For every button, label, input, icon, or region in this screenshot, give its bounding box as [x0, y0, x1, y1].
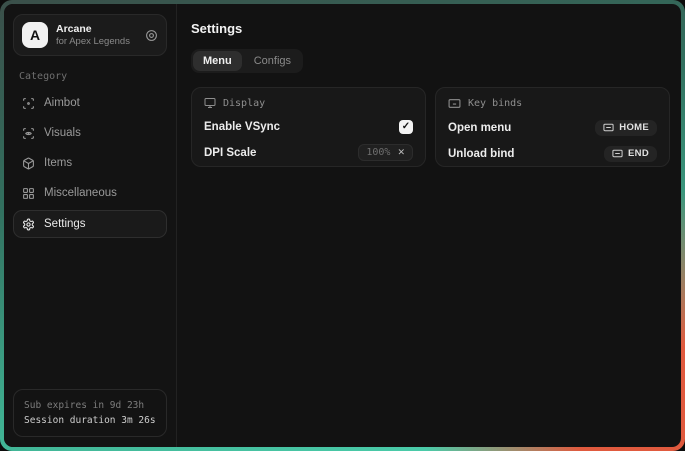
- sidebar-item-label: Aimbot: [44, 97, 80, 109]
- target-icon[interactable]: [145, 29, 158, 42]
- open-menu-key: HOME: [619, 122, 649, 133]
- window-gradient-border: A Arcane for Apex Legends Category: [0, 0, 685, 451]
- sidebar-spacer: [13, 238, 167, 389]
- dpi-row: DPI Scale 100% ✕: [204, 144, 413, 161]
- dpi-value: 100%: [366, 147, 390, 158]
- sidebar: A Arcane for Apex Legends Category: [4, 4, 177, 447]
- display-card-header: Display: [204, 97, 413, 109]
- unload-bind-label: Unload bind: [448, 148, 514, 160]
- sidebar-nav: Aimbot Visuals: [13, 90, 167, 238]
- open-menu-label: Open menu: [448, 122, 511, 134]
- app-name: Arcane: [56, 23, 137, 36]
- app-window: A Arcane for Apex Legends Category: [4, 4, 681, 447]
- profile-text: Arcane for Apex Legends: [56, 23, 137, 48]
- monitor-icon: [204, 97, 216, 109]
- keyboard-icon: [603, 122, 614, 133]
- page-title: Settings: [191, 21, 670, 36]
- vsync-checkbox[interactable]: ✓: [399, 120, 413, 134]
- open-menu-row: Open menu HOME: [448, 119, 657, 136]
- unload-bind-key: END: [628, 148, 649, 159]
- settings-cards: Display Enable VSync ✓ DPI Scale 100% ✕: [191, 87, 670, 167]
- package-icon: [22, 157, 35, 170]
- keyboard-icon: [612, 148, 623, 159]
- app-subtitle: for Apex Legends: [56, 36, 137, 48]
- sidebar-item-visuals[interactable]: Visuals: [13, 120, 167, 146]
- unload-keybind-button[interactable]: END: [604, 146, 657, 162]
- open-menu-keybind-button[interactable]: HOME: [595, 120, 657, 136]
- sidebar-item-miscellaneous[interactable]: Miscellaneous: [13, 180, 167, 206]
- subscription-status-card: Sub expires in 9d 23h Session duration 3…: [13, 389, 167, 437]
- vsync-row: Enable VSync ✓: [204, 118, 413, 135]
- close-icon[interactable]: ✕: [397, 147, 405, 158]
- unload-bind-row: Unload bind END: [448, 145, 657, 162]
- keybinds-card-header: Key binds: [448, 97, 657, 110]
- profile-card: A Arcane for Apex Legends: [13, 14, 167, 56]
- crosshair-icon: [22, 97, 35, 110]
- sidebar-item-label: Miscellaneous: [44, 187, 117, 199]
- settings-tabs: Menu Configs: [191, 49, 303, 73]
- main-content: Settings Menu Configs Display: [177, 4, 681, 447]
- display-card-title: Display: [223, 98, 265, 109]
- sidebar-item-settings[interactable]: Settings: [13, 210, 167, 238]
- eye-scan-icon: [22, 127, 35, 140]
- dpi-label: DPI Scale: [204, 147, 256, 159]
- sidebar-item-label: Visuals: [44, 127, 81, 139]
- session-duration-text: Session duration 3m 26s: [24, 413, 156, 428]
- app-logo: A: [22, 22, 48, 48]
- sidebar-item-items[interactable]: Items: [13, 150, 167, 176]
- tab-configs[interactable]: Configs: [244, 51, 301, 71]
- sidebar-item-label: Settings: [44, 218, 86, 230]
- gear-icon: [22, 218, 35, 231]
- sub-expires-text: Sub expires in 9d 23h: [24, 398, 156, 413]
- dpi-scale-input[interactable]: 100% ✕: [358, 144, 413, 161]
- display-card: Display Enable VSync ✓ DPI Scale 100% ✕: [191, 87, 426, 167]
- sidebar-item-label: Items: [44, 157, 72, 169]
- keybinds-card-title: Key binds: [468, 98, 522, 109]
- keyboard-icon: [448, 97, 461, 110]
- grid-icon: [22, 187, 35, 200]
- sidebar-item-aimbot[interactable]: Aimbot: [13, 90, 167, 116]
- vsync-label: Enable VSync: [204, 121, 280, 133]
- category-label: Category: [19, 71, 161, 82]
- tab-menu[interactable]: Menu: [193, 51, 242, 71]
- keybinds-card: Key binds Open menu HOME: [435, 87, 670, 167]
